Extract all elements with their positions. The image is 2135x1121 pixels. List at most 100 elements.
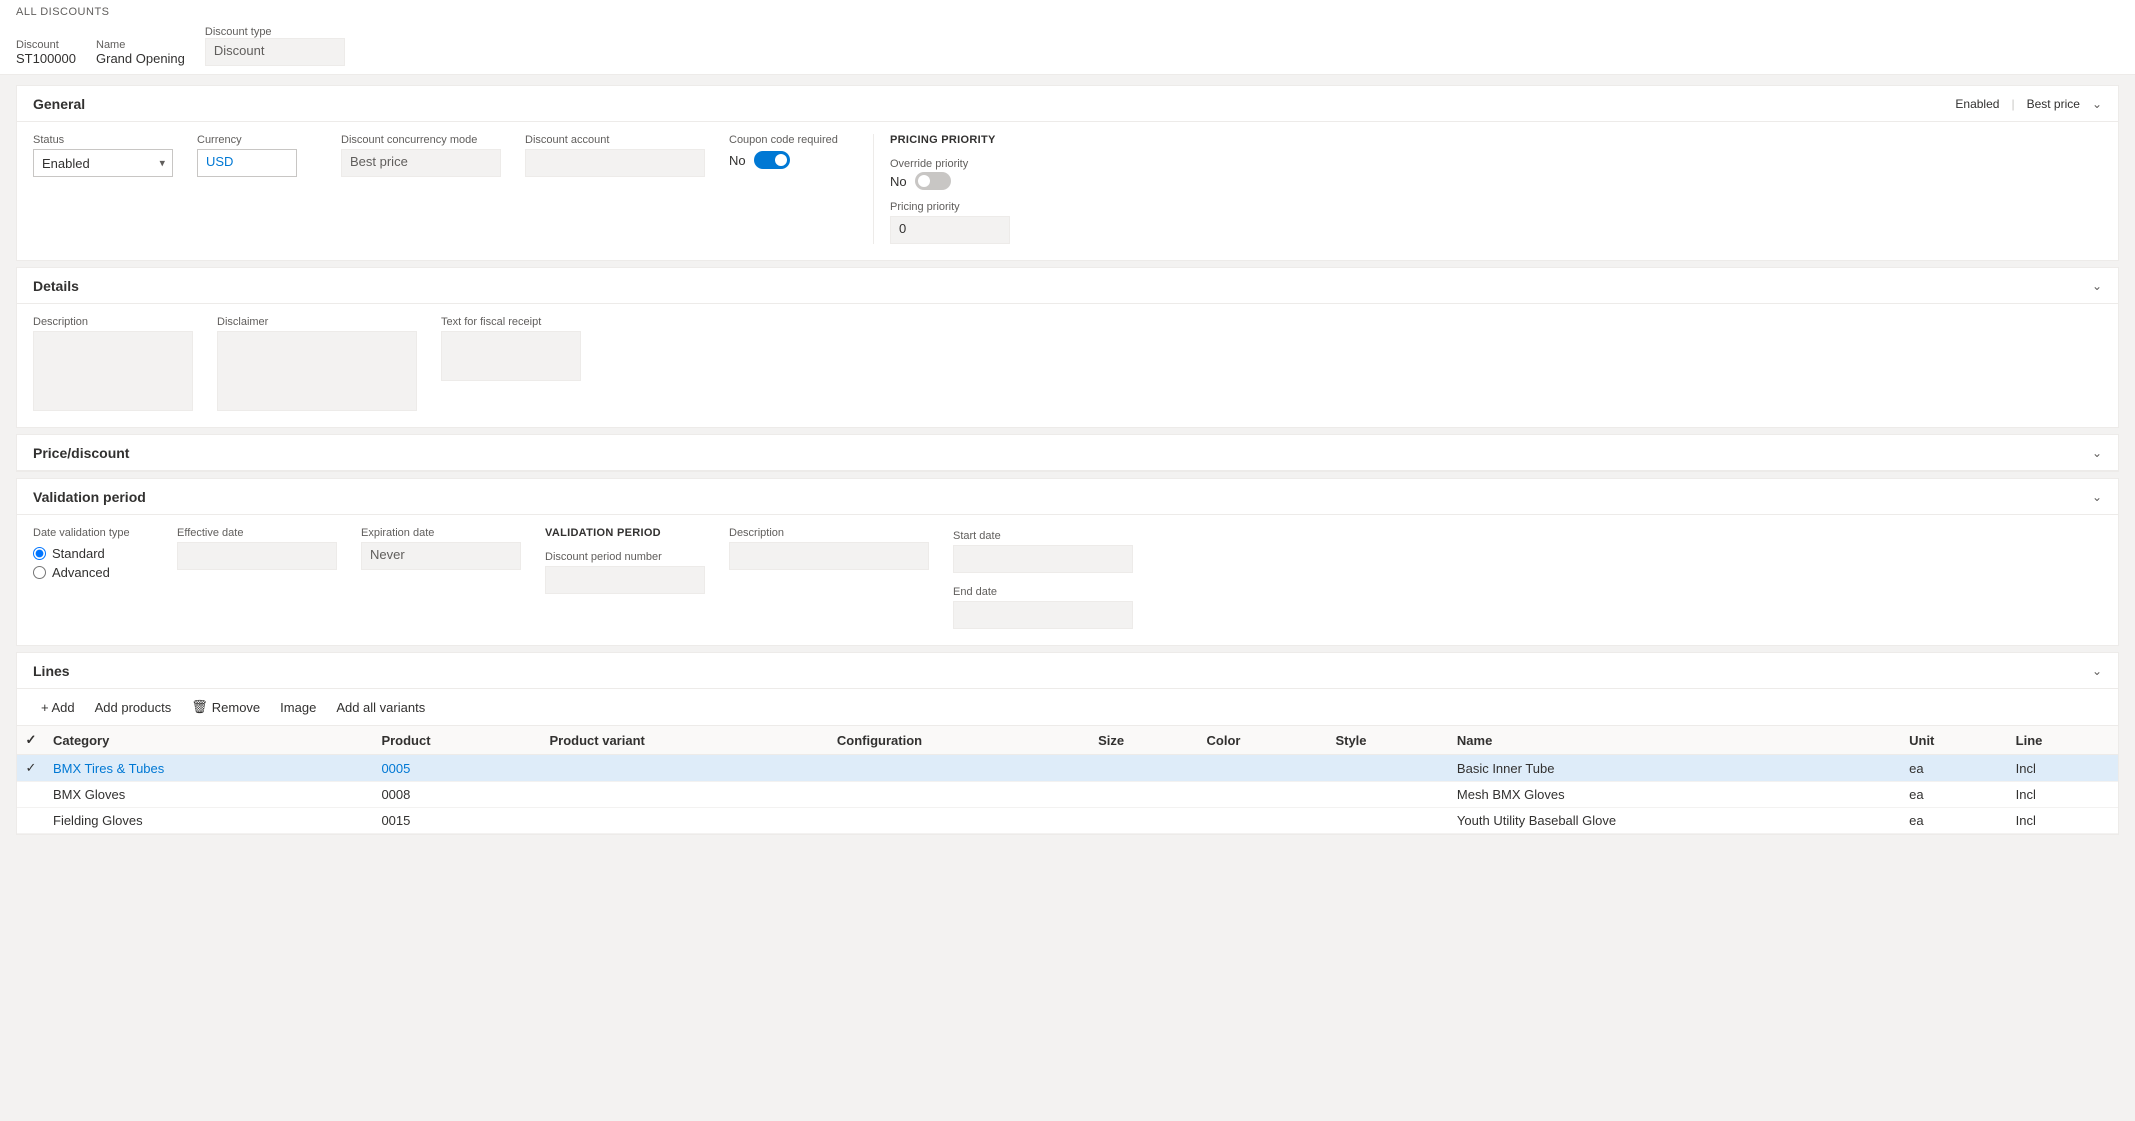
description-textarea[interactable] bbox=[33, 331, 193, 411]
remove-button[interactable]: 🗑 Remove bbox=[183, 695, 268, 719]
validation-section: Validation period ⌄ Date validation type… bbox=[16, 478, 2119, 646]
validation-period-title: VALIDATION PERIOD bbox=[545, 527, 705, 539]
val-description-label: Description bbox=[729, 527, 929, 539]
configuration-cell bbox=[829, 782, 1090, 808]
account-label: Discount account bbox=[525, 134, 705, 146]
lines-table-body: ✓ BMX Tires & Tubes 0005 Basic Inner Tubeea… bbox=[17, 755, 2118, 834]
coupon-toggle-thumb bbox=[775, 154, 787, 166]
category-header: Category bbox=[45, 726, 373, 755]
pricing-priority-input-group: Pricing priority 0 bbox=[890, 198, 1010, 244]
image-button[interactable]: Image bbox=[272, 696, 324, 719]
override-toggle-row: No bbox=[890, 172, 1010, 190]
style-cell bbox=[1327, 782, 1448, 808]
coupon-toggle-track bbox=[754, 151, 790, 169]
main-content: General Enabled | Best price ⌄ Status En… bbox=[0, 75, 2135, 845]
standard-radio[interactable] bbox=[33, 547, 46, 560]
table-row[interactable]: Fielding Gloves0015Youth Utility Basebal… bbox=[17, 808, 2118, 834]
general-section: General Enabled | Best price ⌄ Status En… bbox=[16, 85, 2119, 261]
fiscal-textarea[interactable] bbox=[441, 331, 581, 381]
currency-label: Currency bbox=[197, 134, 317, 146]
override-toggle[interactable] bbox=[915, 172, 951, 190]
add-all-variants-button[interactable]: Add all variants bbox=[328, 696, 433, 719]
details-section: Details ⌄ Description Disclaimer Text fo… bbox=[16, 267, 2119, 428]
general-title: General bbox=[33, 96, 85, 112]
expiration-date-value: Never bbox=[361, 542, 521, 570]
start-end-date-field: Start date End date bbox=[953, 527, 1133, 629]
discount-period-value bbox=[545, 566, 705, 594]
override-priority-label: Override priority bbox=[890, 158, 968, 170]
currency-field: Currency USD bbox=[197, 134, 317, 177]
lines-header-row: ✓ Category Product Product variant Confi… bbox=[17, 726, 2118, 755]
effective-date-field: Effective date bbox=[177, 527, 337, 570]
name-header: Name bbox=[1449, 726, 1901, 755]
disclaimer-label: Disclaimer bbox=[217, 316, 417, 328]
validation-section-body: Date validation type Standard Advanced bbox=[17, 515, 2118, 645]
add-products-button[interactable]: Add products bbox=[87, 696, 180, 719]
table-row[interactable]: ✓BMX Tires & Tubes0005Basic Inner Tubeea… bbox=[17, 755, 2118, 782]
name-cell: Basic Inner Tube bbox=[1449, 755, 1901, 782]
add-button[interactable]: + Add bbox=[33, 696, 83, 719]
unit-cell: ea bbox=[1901, 782, 2008, 808]
product-cell: 0015 bbox=[373, 808, 541, 834]
table-row[interactable]: BMX Gloves0008Mesh BMX GloveseaIncl bbox=[17, 782, 2118, 808]
details-chevron-icon: ⌄ bbox=[2092, 279, 2102, 293]
lines-section-header[interactable]: Lines ⌄ bbox=[17, 653, 2118, 689]
unit-header: Unit bbox=[1901, 726, 2008, 755]
name-label: Name bbox=[96, 39, 185, 51]
lines-table: ✓ Category Product Product variant Confi… bbox=[17, 726, 2118, 834]
override-no-label: No bbox=[890, 174, 907, 189]
override-toggle-track bbox=[915, 172, 951, 190]
color-cell bbox=[1199, 755, 1328, 782]
unit-cell: ea bbox=[1901, 808, 2008, 834]
line-cell: Incl bbox=[2008, 755, 2118, 782]
advanced-radio[interactable] bbox=[33, 566, 46, 579]
advanced-label: Advanced bbox=[52, 565, 110, 580]
product-cell: 0005 bbox=[373, 755, 541, 782]
color-cell bbox=[1199, 808, 1328, 834]
name-cell: Mesh BMX Gloves bbox=[1449, 782, 1901, 808]
row-checkbox[interactable]: ✓ bbox=[17, 755, 45, 782]
details-title: Details bbox=[33, 278, 79, 294]
start-date-group: Start date bbox=[953, 527, 1133, 573]
expiration-date-field: Expiration date Never bbox=[361, 527, 521, 570]
category-link[interactable]: BMX Tires & Tubes bbox=[53, 761, 164, 776]
product_variant-cell bbox=[542, 755, 829, 782]
pricing-priority-value[interactable]: 0 bbox=[890, 216, 1010, 244]
size-header: Size bbox=[1090, 726, 1198, 755]
override-priority-row: Override priority No bbox=[890, 155, 1010, 190]
status-select[interactable]: Enabled Disabled bbox=[33, 149, 173, 177]
validation-chevron-icon: ⌄ bbox=[2092, 490, 2102, 504]
coupon-label: Coupon code required bbox=[729, 134, 849, 146]
lines-table-head: ✓ Category Product Product variant Confi… bbox=[17, 726, 2118, 755]
status-select-wrapper[interactable]: Enabled Disabled bbox=[33, 149, 173, 177]
lines-section: Lines ⌄ + Add Add products 🗑 Remove Imag… bbox=[16, 652, 2119, 835]
validation-title: Validation period bbox=[33, 489, 146, 505]
line-header: Line bbox=[2008, 726, 2118, 755]
product-link[interactable]: 0005 bbox=[381, 761, 410, 776]
validation-section-header[interactable]: Validation period ⌄ bbox=[17, 479, 2118, 515]
product_variant-cell bbox=[542, 808, 829, 834]
details-section-header[interactable]: Details ⌄ bbox=[17, 268, 2118, 304]
disclaimer-textarea[interactable] bbox=[217, 331, 417, 411]
general-section-header[interactable]: General Enabled | Best price ⌄ bbox=[17, 86, 2118, 122]
discount-type-field-group: Discount type Discount bbox=[205, 26, 345, 66]
discount-period-label: Discount period number bbox=[545, 551, 662, 563]
standard-radio-item[interactable]: Standard bbox=[33, 546, 153, 561]
line-cell: Incl bbox=[2008, 808, 2118, 834]
general-chevron-icon: ⌄ bbox=[2092, 97, 2102, 111]
general-header-right: Enabled | Best price ⌄ bbox=[1955, 97, 2102, 111]
general-bestprice-right: Best price bbox=[2027, 97, 2080, 111]
name-value: Grand Opening bbox=[96, 51, 185, 66]
lines-toolbar: + Add Add products 🗑 Remove Image Add al… bbox=[17, 689, 2118, 726]
coupon-toggle-row: No bbox=[729, 151, 849, 169]
price-discount-header[interactable]: Price/discount ⌄ bbox=[17, 435, 2118, 471]
validation-fields: Date validation type Standard Advanced bbox=[33, 527, 2102, 629]
style-header: Style bbox=[1327, 726, 1448, 755]
coupon-toggle[interactable] bbox=[754, 151, 790, 169]
row-checkbox[interactable] bbox=[17, 808, 45, 834]
advanced-radio-item[interactable]: Advanced bbox=[33, 565, 153, 580]
currency-value[interactable]: USD bbox=[197, 149, 297, 177]
end-date-value bbox=[953, 601, 1133, 629]
row-checkbox[interactable] bbox=[17, 782, 45, 808]
color-cell bbox=[1199, 782, 1328, 808]
